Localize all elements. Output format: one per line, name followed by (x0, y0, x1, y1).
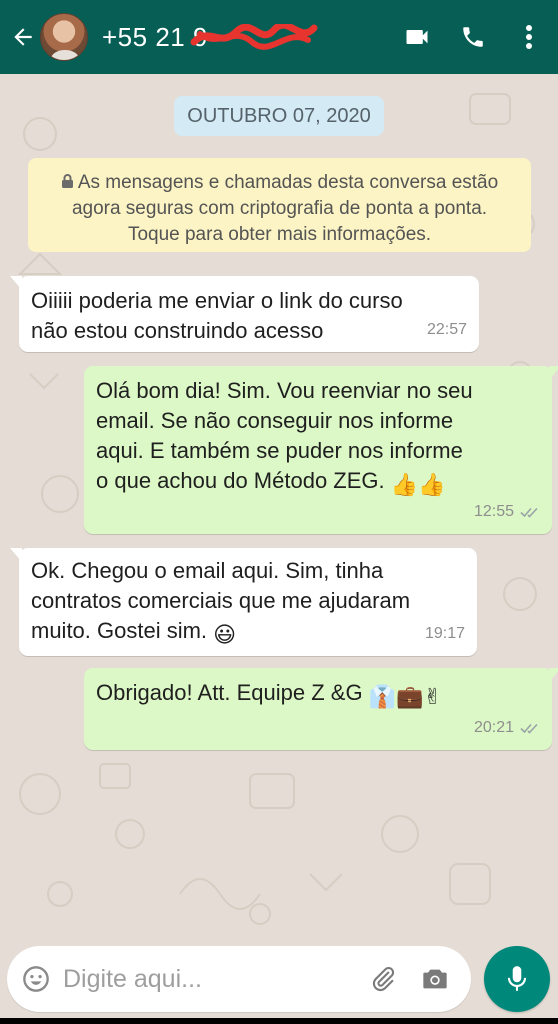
video-call-icon (406, 30, 428, 44)
voice-call-button[interactable] (458, 17, 488, 57)
message-time: 12:55 (473, 503, 514, 520)
more-vert-icon (526, 25, 532, 49)
paperclip-icon (372, 966, 395, 992)
message-composer (7, 946, 471, 1012)
emoji-button[interactable] (21, 964, 51, 994)
video-call-button[interactable] (402, 17, 432, 57)
encryption-notice[interactable]: As mensagens e chamadas desta conversa e… (28, 158, 531, 252)
message-text: Obrigado! Att. Equipe Z &G 👔💼✌ (96, 678, 540, 712)
contact-name[interactable]: +55 21 9 (102, 22, 318, 53)
message-meta: 20:21 (474, 713, 540, 743)
contact-avatar[interactable] (40, 13, 88, 61)
message-text: Ok. Chegou o email aqui. Sim, tinha cont… (31, 556, 465, 650)
double-check-icon (520, 723, 538, 734)
message-bubble-incoming[interactable]: Ok. Chegou o email aqui. Sim, tinha cont… (10, 548, 477, 656)
microphone-icon (507, 966, 527, 991)
voice-message-button[interactable] (484, 946, 550, 1012)
tie-briefcase-victory-emoji: 👔💼✌ (368, 684, 442, 709)
phone-icon (463, 27, 483, 47)
header-actions (376, 17, 544, 57)
camera-icon (423, 969, 447, 989)
date-chip: OUTUBRO 07, 2020 (174, 96, 384, 136)
message-meta: 12:55 (474, 497, 540, 527)
back-arrow-icon (14, 28, 32, 46)
message-time: 19:17 (424, 625, 465, 642)
more-options-button[interactable] (514, 17, 544, 57)
message-text: Oiiiii poderia me enviar o link do curso… (31, 288, 403, 343)
message-time: 20:21 (473, 719, 514, 736)
message-body: Obrigado! Att. Equipe Z &G (96, 680, 363, 705)
attach-button[interactable] (367, 959, 399, 999)
system-nav-strip (0, 1018, 558, 1024)
message-bubble-outgoing[interactable]: Olá bom dia! Sim. Vou reenviar no seu em… (84, 366, 558, 534)
emoji-icon (23, 966, 49, 992)
message-bubble-outgoing[interactable]: Obrigado! Att. Equipe Z &G 👔💼✌ 20:21 (84, 668, 558, 750)
chat-header: +55 21 9 (0, 0, 558, 74)
message-text: Olá bom dia! Sim. Vou reenviar no seu em… (96, 376, 540, 500)
redaction-scribble (190, 23, 318, 50)
encryption-notice-text: As mensagens e chamadas desta conversa e… (71, 172, 499, 245)
message-time: 22:57 (426, 321, 467, 338)
whatsapp-chat-screen: +55 21 9 OUTUBRO 07, 2020 As mensagens e… (0, 0, 558, 1024)
lock-icon (61, 174, 73, 188)
smiley-emoji: 😃 (213, 622, 237, 647)
double-check-icon (520, 507, 538, 518)
message-meta: 19:17 (425, 619, 465, 649)
message-meta: 22:57 (427, 315, 467, 345)
thumbs-up-emoji: 👍👍 (390, 472, 446, 497)
back-button[interactable] (8, 17, 38, 57)
camera-button[interactable] (419, 959, 451, 999)
message-input[interactable] (63, 964, 363, 994)
message-bubble-incoming[interactable]: Oiiiii poderia me enviar o link do curso… (10, 276, 479, 352)
